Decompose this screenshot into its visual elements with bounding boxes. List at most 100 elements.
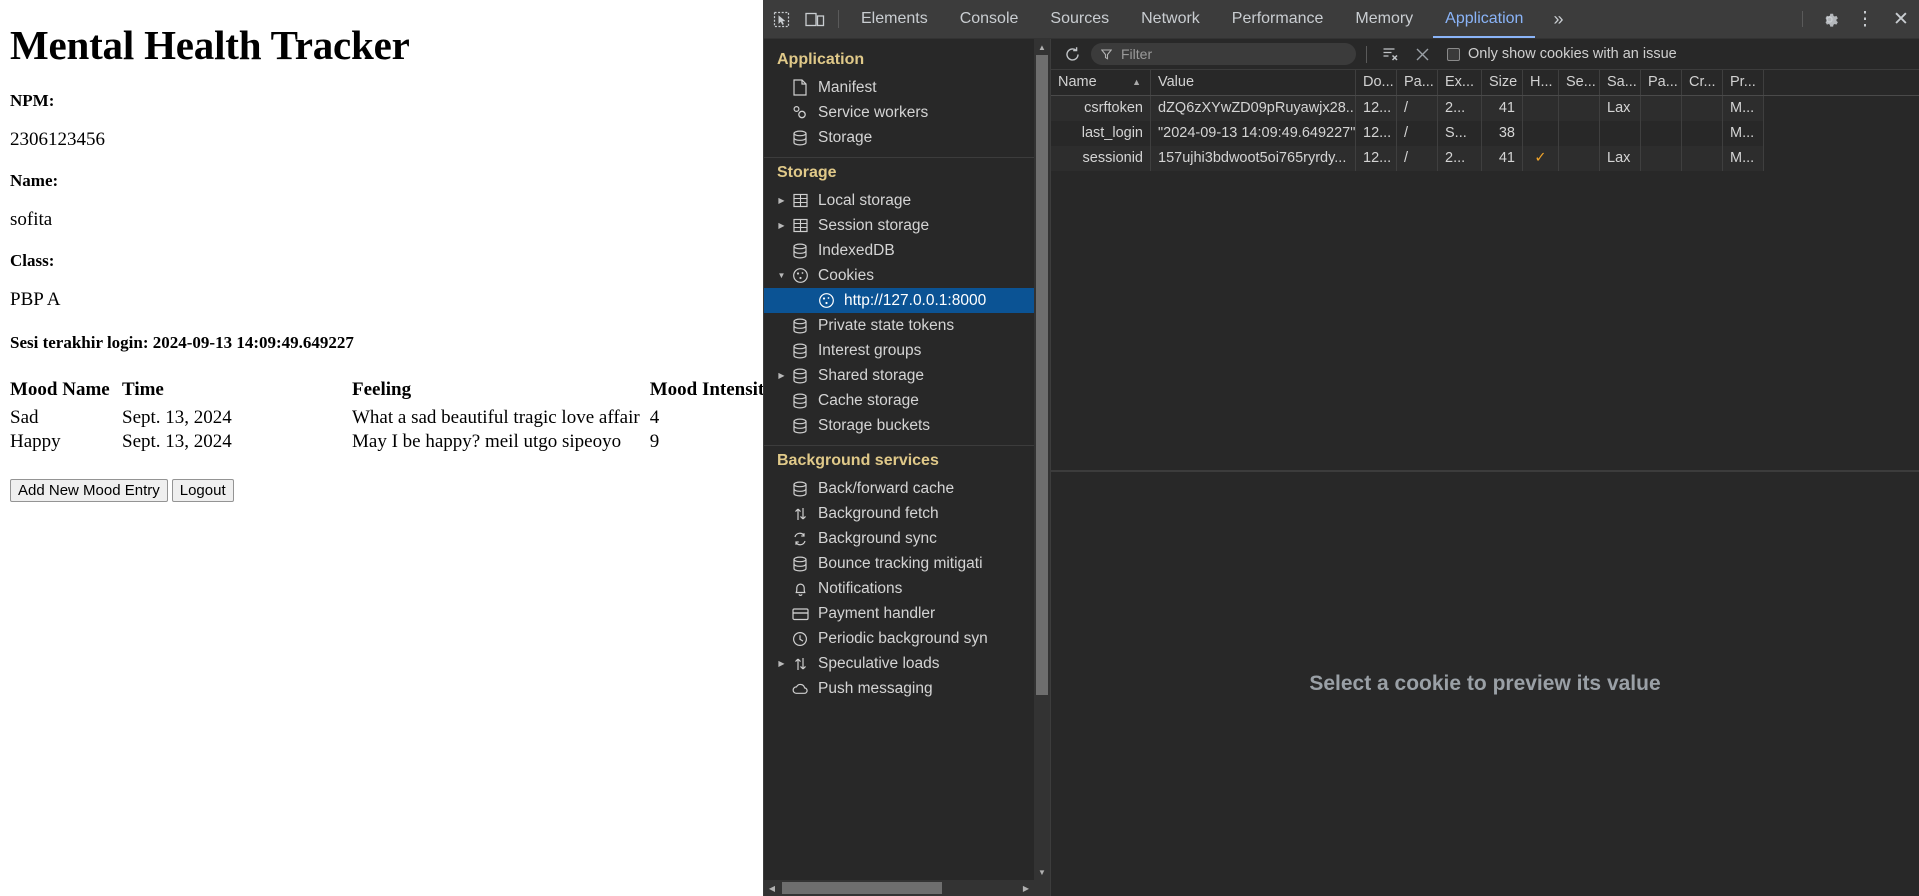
tab-console[interactable]: Console bbox=[944, 0, 1035, 38]
filter-input[interactable] bbox=[1119, 45, 1346, 63]
only-show-issues-checkbox[interactable] bbox=[1447, 47, 1460, 61]
devtools-tab-list: Elements Console Sources Network Perform… bbox=[845, 0, 1794, 38]
sidebar-item-private-state-tokens[interactable]: ▶ Private state tokens bbox=[764, 313, 1050, 338]
tab-memory[interactable]: Memory bbox=[1339, 0, 1429, 38]
sidebar-item-storage[interactable]: ▶ Storage bbox=[764, 125, 1050, 150]
twisty-collapsed-icon[interactable]: ▶ bbox=[775, 221, 788, 230]
sidebar-vertical-scrollbar[interactable]: ▲ ▼ bbox=[1034, 39, 1050, 880]
clock-icon bbox=[790, 630, 810, 648]
sidebar-hscroll-thumb[interactable] bbox=[782, 882, 942, 894]
cell-size: 38 bbox=[1482, 121, 1523, 146]
close-devtools-icon[interactable]: ✕ bbox=[1883, 0, 1919, 38]
sidebar-item-service-workers[interactable]: ▶ Service workers bbox=[764, 100, 1050, 125]
sidebar-item-shared-storage[interactable]: ▶ Shared storage bbox=[764, 363, 1050, 388]
name-label: Name: bbox=[10, 171, 59, 191]
tab-elements[interactable]: Elements bbox=[845, 0, 944, 38]
column-header-partition-key[interactable]: Pa... bbox=[1641, 70, 1682, 95]
column-header-cross-site[interactable]: Cr... bbox=[1682, 70, 1723, 95]
sidebar-horizontal-scrollbar[interactable]: ◀ ▶ bbox=[764, 880, 1050, 896]
cell-partition-key bbox=[1641, 96, 1682, 121]
column-header-name[interactable]: Name ▲ bbox=[1051, 70, 1151, 95]
sidebar-item-label: Periodic background syn bbox=[818, 629, 988, 647]
cell-priority: M... bbox=[1723, 96, 1764, 121]
scroll-down-arrow-icon[interactable]: ▼ bbox=[1034, 864, 1050, 880]
sidebar-item-local-storage[interactable]: ▶ Local storage bbox=[764, 188, 1050, 213]
twisty-collapsed-icon[interactable]: ▶ bbox=[775, 196, 788, 205]
mood-entries-table: Mood Name Time Feeling Mood Intensity Sa… bbox=[10, 379, 763, 454]
sidebar-item-push-messaging[interactable]: ▶ Push messaging bbox=[764, 676, 1050, 701]
sidebar-item-interest-groups[interactable]: ▶ Interest groups bbox=[764, 338, 1050, 363]
sidebar-item-label: Cookies bbox=[818, 266, 874, 284]
sidebar-item-background-sync[interactable]: ▶ Background sync bbox=[764, 526, 1050, 551]
cell-mood-name: Sad bbox=[10, 407, 39, 429]
sidebar-item-indexeddb[interactable]: ▶ IndexedDB bbox=[764, 238, 1050, 263]
cell-partition-key bbox=[1641, 121, 1682, 146]
sidebar-item-cache-storage[interactable]: ▶ Cache storage bbox=[764, 388, 1050, 413]
sidebar-item-cookies[interactable]: ▼ Cookies bbox=[764, 263, 1050, 288]
cell-name: last_login bbox=[1051, 121, 1151, 146]
sidebar-item-speculative-loads[interactable]: ▶ Speculative loads bbox=[764, 651, 1050, 676]
scroll-right-arrow-icon[interactable]: ▶ bbox=[1018, 880, 1034, 896]
twisty-expanded-icon[interactable]: ▼ bbox=[775, 271, 788, 280]
cell-secure bbox=[1559, 96, 1600, 121]
cookie-preview-pane: Select a cookie to preview its value bbox=[1051, 472, 1919, 896]
sidebar-item-manifest[interactable]: ▶ Manifest bbox=[764, 75, 1050, 100]
tab-application[interactable]: Application bbox=[1429, 0, 1539, 38]
clear-filtered-cookies-icon[interactable] bbox=[1377, 42, 1403, 66]
twisty-collapsed-icon[interactable]: ▶ bbox=[775, 659, 788, 668]
tab-performance[interactable]: Performance bbox=[1216, 0, 1340, 38]
clear-all-cookies-icon[interactable] bbox=[1409, 42, 1435, 66]
filter-input-wrapper[interactable] bbox=[1091, 43, 1356, 65]
sidebar-scroll-thumb[interactable] bbox=[1036, 55, 1048, 695]
cell-mood-intensity: 9 bbox=[649, 431, 660, 453]
table-row[interactable]: sessionid 157ujhi3bdwoot5oi765ryrdy... 1… bbox=[1051, 146, 1919, 171]
column-header-size[interactable]: Size bbox=[1482, 70, 1523, 95]
tab-network[interactable]: Network bbox=[1125, 0, 1216, 38]
sidebar-item-storage-buckets[interactable]: ▶ Storage buckets bbox=[764, 413, 1050, 438]
cookies-panel: Only show cookies with an issue Name ▲ V… bbox=[1051, 39, 1919, 896]
row-filler bbox=[1764, 121, 1919, 146]
sidebar-item-bounce-tracking-mitigations[interactable]: ▶ Bounce tracking mitigati bbox=[764, 551, 1050, 576]
section-title-background-services: Background services bbox=[777, 452, 939, 469]
sort-ascending-icon: ▲ bbox=[1132, 77, 1141, 87]
column-header-samesite[interactable]: Sa... bbox=[1600, 70, 1641, 95]
sidebar-item-cookie-origin[interactable]: http://127.0.0.1:8000 bbox=[764, 288, 1050, 313]
column-header-path[interactable]: Pa... bbox=[1397, 70, 1438, 95]
sidebar-item-session-storage[interactable]: ▶ Session storage bbox=[764, 213, 1050, 238]
sidebar-item-back-forward-cache[interactable]: ▶ Back/forward cache bbox=[764, 476, 1050, 501]
table-row[interactable]: csrftoken dZQ6zXYwZD09pRuyawjx28... 12..… bbox=[1051, 96, 1919, 121]
twisty-collapsed-icon[interactable]: ▶ bbox=[775, 371, 788, 380]
column-header-secure[interactable]: Se... bbox=[1559, 70, 1600, 95]
sidebar-item-payment-handler[interactable]: ▶ Payment handler bbox=[764, 601, 1050, 626]
more-options-icon[interactable]: ⋮ bbox=[1847, 0, 1883, 38]
table-row[interactable]: last_login "2024-09-13 14:09:49.649227" … bbox=[1051, 121, 1919, 146]
logout-button[interactable]: Logout bbox=[171, 479, 234, 503]
settings-gear-icon[interactable] bbox=[1811, 0, 1847, 38]
scroll-up-arrow-icon[interactable]: ▲ bbox=[1034, 39, 1050, 55]
tab-sources[interactable]: Sources bbox=[1034, 0, 1125, 38]
more-tabs-chevron-icon[interactable]: » bbox=[1539, 0, 1577, 38]
screen-root: Mental Health Tracker NPM: 2306123456 Na… bbox=[0, 0, 1919, 896]
sidebar-item-notifications[interactable]: ▶ Notifications bbox=[764, 576, 1050, 601]
sidebar-item-periodic-background-sync[interactable]: ▶ Periodic background syn bbox=[764, 626, 1050, 651]
sidebar-item-label: Bounce tracking mitigati bbox=[818, 554, 983, 572]
device-toolbar-icon[interactable] bbox=[798, 0, 832, 38]
only-show-issues-checkbox-row[interactable]: Only show cookies with an issue bbox=[1447, 46, 1677, 62]
cell-httponly bbox=[1523, 121, 1559, 146]
column-header-domain[interactable]: Do... bbox=[1356, 70, 1397, 95]
cell-domain: 12... bbox=[1356, 121, 1397, 146]
sidebar-item-background-fetch[interactable]: ▶ Background fetch bbox=[764, 501, 1050, 526]
scroll-left-arrow-icon[interactable]: ◀ bbox=[764, 880, 780, 896]
column-header-expires[interactable]: Ex... bbox=[1438, 70, 1482, 95]
application-sidebar: Application ▶ Manifest ▶ bbox=[764, 39, 1051, 896]
add-new-mood-entry-button[interactable]: Add New Mood Entry bbox=[10, 479, 168, 503]
refresh-icon[interactable] bbox=[1059, 42, 1085, 66]
column-header-httponly[interactable]: H... bbox=[1523, 70, 1559, 95]
cloud-icon bbox=[790, 680, 810, 698]
column-header-value[interactable]: Value bbox=[1151, 70, 1356, 95]
page-title: Mental Health Tracker bbox=[10, 22, 410, 68]
column-header-priority[interactable]: Pr... bbox=[1723, 70, 1764, 95]
section-title-application: Application bbox=[777, 51, 865, 68]
cell-expires: 2... bbox=[1438, 96, 1482, 121]
inspect-element-icon[interactable] bbox=[764, 0, 798, 38]
